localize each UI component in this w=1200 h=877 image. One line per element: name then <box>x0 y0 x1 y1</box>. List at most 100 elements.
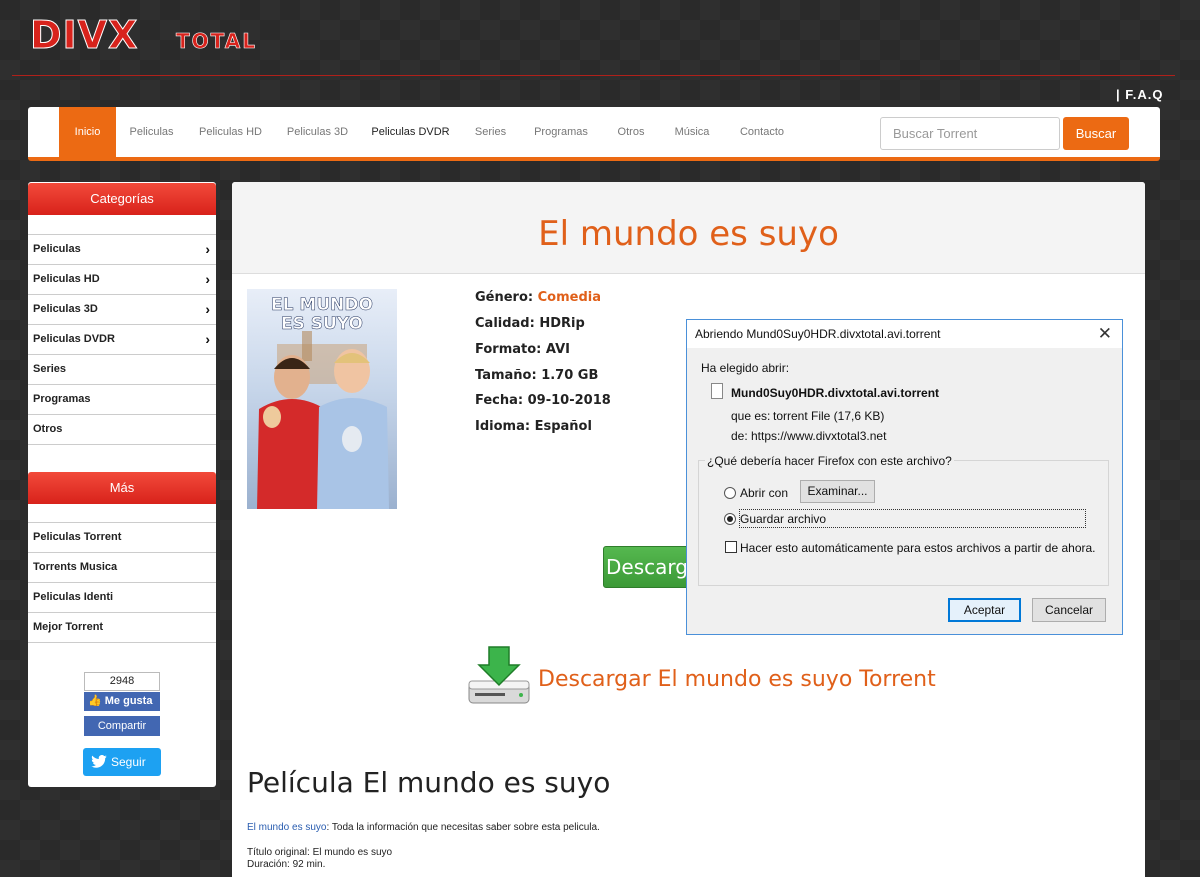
facebook-share-button[interactable]: Compartir <box>84 716 160 736</box>
info-genre: Género: Comedia <box>475 290 601 305</box>
info-value: Español <box>534 419 592 434</box>
nav-peliculas-3d[interactable]: Peliculas 3D <box>281 107 354 157</box>
intro-link[interactable]: El mundo es suyo <box>247 822 327 833</box>
cancel-button[interactable]: Cancelar <box>1032 598 1106 622</box>
download-button[interactable]: Descargar <box>603 546 693 588</box>
poster-title-line1: EL MUNDO <box>271 295 373 315</box>
info-label: Idioma: <box>475 419 531 434</box>
sidebar-item-otros[interactable]: Otros <box>28 414 216 444</box>
like-count: 2948 <box>84 672 160 691</box>
info-label: Fecha: <box>475 393 524 408</box>
chevron-right-icon: › <box>205 331 210 347</box>
auto-action-label[interactable]: Hacer esto automáticamente para estos ar… <box>740 541 1096 555</box>
section-title: Película El mundo es suyo <box>247 766 611 799</box>
auto-action-checkbox[interactable] <box>725 541 737 553</box>
accept-button[interactable]: Aceptar <box>948 598 1021 622</box>
dialog-titlebar: Abriendo Mund0Suy0HDR.divxtotal.avi.torr… <box>687 320 1122 348</box>
nav-series[interactable]: Series <box>468 107 513 157</box>
sidebar-item-series[interactable]: Series <box>28 354 216 384</box>
browse-button[interactable]: Examinar... <box>800 480 875 503</box>
from-label: de: <box>731 429 748 443</box>
nav-musica[interactable]: Música <box>668 107 716 157</box>
more-header: Más <box>28 472 216 504</box>
info-quality: Calidad: HDRip <box>475 316 585 331</box>
intro-body: : Toda la información que necesitas sabe… <box>326 822 600 833</box>
twitter-follow-button[interactable]: Seguir <box>83 748 161 776</box>
chevron-right-icon: › <box>205 241 210 257</box>
download-drive-icon[interactable] <box>467 645 531 705</box>
logo-main-text: DIVX <box>30 13 138 57</box>
download-torrent-link[interactable]: Descargar El mundo es suyo Torrent <box>538 667 936 692</box>
header-divider <box>12 75 1175 76</box>
follow-label: Seguir <box>111 755 146 769</box>
info-value: 1.70 GB <box>541 368 599 383</box>
intro-text: El mundo es suyo: Toda la información qu… <box>247 822 600 833</box>
like-label: Me gusta <box>104 695 153 707</box>
search-input[interactable]: Buscar Torrent <box>880 117 1060 150</box>
faq-link[interactable]: | F.A.Q <box>1116 87 1163 102</box>
sidebar-divider <box>28 642 216 643</box>
sidebar-item-torrents-musica[interactable]: Torrents Musica <box>28 552 216 582</box>
facebook-like-button[interactable]: 👍 Me gusta <box>84 692 160 711</box>
info-size: Tamaño: 1.70 GB <box>475 368 598 383</box>
sidebar-item-peliculas-identi[interactable]: Peliculas Identi <box>28 582 216 612</box>
close-icon[interactable]: ✕ <box>1098 320 1112 348</box>
open-with-radio[interactable] <box>724 487 736 499</box>
download-dialog: Abriendo Mund0Suy0HDR.divxtotal.avi.torr… <box>686 319 1123 635</box>
save-file-radio[interactable] <box>724 513 736 525</box>
type-label: que es: <box>731 409 771 423</box>
sidebar-item-label: Peliculas HD <box>33 273 100 285</box>
sidebar-item-peliculas[interactable]: Peliculas › <box>28 234 216 264</box>
info-label: Género: <box>475 290 534 305</box>
poster-title-line2: ES SUYO <box>281 314 363 334</box>
nav-peliculas[interactable]: Peliculas <box>124 107 179 157</box>
sidebar-item-peliculas-torrent[interactable]: Peliculas Torrent <box>28 522 216 552</box>
info-label: Formato: <box>475 342 542 357</box>
info-value: HDRip <box>539 316 585 331</box>
sidebar-item-programas[interactable]: Programas <box>28 384 216 414</box>
sidebar-divider <box>28 444 216 445</box>
logo-sub-text: TOTAL <box>176 29 257 53</box>
sidebar-item-label: Peliculas 3D <box>33 303 98 315</box>
chevron-right-icon: › <box>205 271 210 287</box>
original-title: Título original: El mundo es suyo <box>247 847 393 858</box>
sidebar-item-peliculas-3d[interactable]: Peliculas 3D › <box>28 294 216 324</box>
info-value: 09-10-2018 <box>527 393 611 408</box>
site-logo[interactable]: DIVX TOTAL <box>28 12 288 60</box>
movie-poster: EL MUNDO ES SUYO <box>247 289 397 509</box>
chosen-label: Ha elegido abrir: <box>701 361 790 375</box>
save-file-label[interactable]: Guardar archivo <box>740 512 826 526</box>
genre-link[interactable]: Comedia <box>538 290 601 305</box>
thumbs-up-icon: 👍 <box>88 695 105 707</box>
page-title: El mundo es suyo <box>538 214 839 254</box>
file-icon <box>711 383 723 399</box>
sidebar-item-peliculas-hd[interactable]: Peliculas HD › <box>28 264 216 294</box>
sidebar-item-peliculas-dvdr[interactable]: Peliculas DVDR › <box>28 324 216 354</box>
info-format: Formato: AVI <box>475 342 570 357</box>
nav-otros[interactable]: Otros <box>610 107 652 157</box>
info-language: Idioma: Español <box>475 419 592 434</box>
info-date: Fecha: 09-10-2018 <box>475 393 611 408</box>
action-question: ¿Qué debería hacer Firefox con este arch… <box>705 454 954 468</box>
dialog-filename: Mund0Suy0HDR.divxtotal.avi.torrent <box>731 386 940 400</box>
sidebar-item-label: Peliculas <box>33 243 81 255</box>
sidebar-item-mejor-torrent[interactable]: Mejor Torrent <box>28 612 216 642</box>
nav-peliculas-dvdr[interactable]: Peliculas DVDR <box>368 107 453 157</box>
sidebar-item-label: Peliculas DVDR <box>33 333 115 345</box>
info-label: Calidad: <box>475 316 535 331</box>
type-value: torrent File (17,6 KB) <box>773 409 885 423</box>
nav-contacto[interactable]: Contacto <box>732 107 792 157</box>
chevron-right-icon: › <box>205 301 210 317</box>
nav-inicio[interactable]: Inicio <box>59 107 116 157</box>
from-value: https://www.divxtotal3.net <box>751 429 887 443</box>
nav-peliculas-hd[interactable]: Peliculas HD <box>193 107 268 157</box>
open-with-label[interactable]: Abrir con <box>740 486 788 500</box>
duration: Duración: 92 min. <box>247 859 326 870</box>
twitter-bird-icon <box>91 755 107 768</box>
categories-header: Categorías <box>28 183 216 215</box>
search-button[interactable]: Buscar <box>1063 117 1129 150</box>
dialog-title: Abriendo Mund0Suy0HDR.divxtotal.avi.torr… <box>695 327 941 341</box>
info-label: Tamaño: <box>475 368 537 383</box>
info-value: AVI <box>545 342 570 357</box>
nav-programas[interactable]: Programas <box>528 107 594 157</box>
